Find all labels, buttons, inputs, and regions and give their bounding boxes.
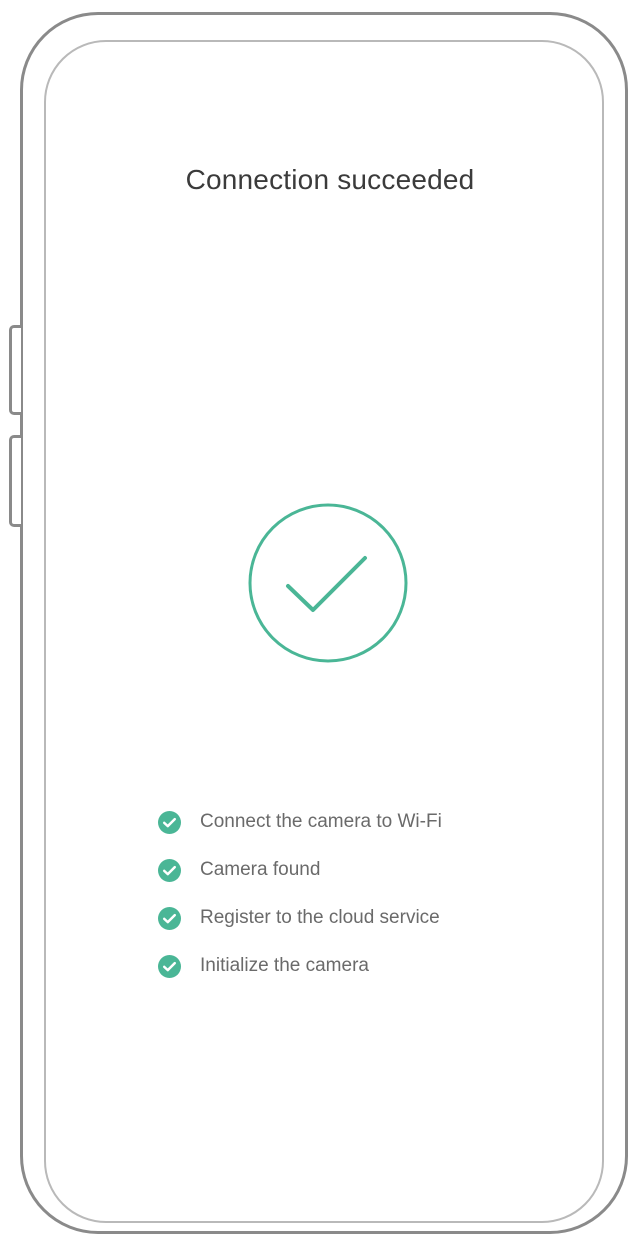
page-title: Connection succeeded	[185, 164, 475, 195]
step-item-connect-wifi: Connect the camera to Wi-Fi	[158, 798, 442, 846]
step-label: Connect the camera to Wi-Fi	[200, 811, 442, 832]
step-label: Initialize the camera	[200, 955, 369, 976]
step-label: Register to the cloud service	[200, 907, 440, 928]
check-circle-icon	[158, 906, 181, 930]
success-check-icon	[248, 503, 408, 663]
check-circle-icon	[158, 858, 181, 882]
check-circle-icon	[158, 810, 181, 834]
connection-steps-list: Connect the camera to Wi-Fi Camera found…	[158, 798, 442, 990]
step-label: Camera found	[200, 859, 321, 880]
step-item-camera-found: Camera found	[158, 846, 442, 894]
phone-side-button-upper	[9, 325, 21, 415]
step-item-initialize-camera: Initialize the camera	[158, 942, 442, 990]
step-item-register-cloud: Register to the cloud service	[158, 894, 442, 942]
check-circle-icon	[158, 954, 181, 978]
phone-side-button-lower	[9, 435, 21, 527]
